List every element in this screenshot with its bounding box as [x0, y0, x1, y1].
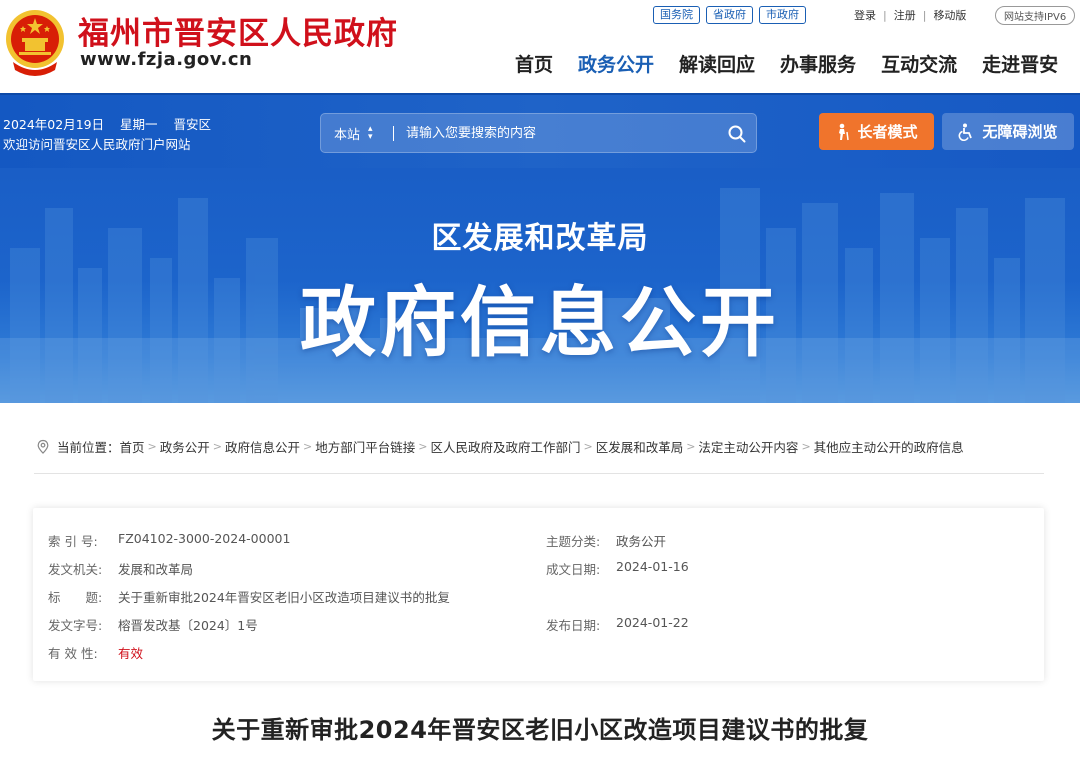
site-url: www.fzja.gov.cn: [80, 49, 253, 70]
validity-status: 有效: [118, 646, 144, 661]
link-provincial-gov[interactable]: 省政府: [706, 6, 753, 24]
login-link[interactable]: 登录: [854, 7, 876, 23]
meta-value: 发展和改革局: [118, 562, 194, 577]
chevron-right-icon: >: [801, 440, 811, 453]
nav-about-jinan[interactable]: 走进晋安: [982, 50, 1058, 77]
site-name[interactable]: 福州市晋安区人民政府: [78, 8, 398, 53]
date-info: 2024年02月19日 星期一 晋安区 欢迎访问晋安区人民政府门户网站: [3, 115, 211, 155]
meta-value: 2024-01-16: [616, 559, 689, 574]
breadcrumb-item[interactable]: 政务公开: [160, 437, 210, 456]
breadcrumb-item[interactable]: 其他应主动公开的政府信息: [814, 437, 964, 456]
site-header: 福州市晋安区人民政府 www.fzja.gov.cn 国务院 省政府 市政府 登…: [0, 0, 1080, 93]
meta-title: 标 题: 关于重新审批2024年晋安区老旧小区改造项目建议书的批复: [48, 587, 450, 606]
meta-value: 关于重新审批2024年晋安区老旧小区改造项目建议书的批复: [118, 590, 450, 605]
meta-value: 榕晋发改基〔2024〕1号: [118, 618, 258, 633]
breadcrumb-item[interactable]: 地方部门平台链接: [315, 437, 415, 456]
elder-mode-button[interactable]: 长者模式: [819, 113, 934, 150]
breadcrumb-item[interactable]: 区人民政府及政府工作部门: [430, 437, 580, 456]
nav-interpretation[interactable]: 解读回应: [679, 50, 755, 77]
meta-label: 发文字号:: [48, 618, 103, 633]
mobile-version-link[interactable]: 移动版: [933, 7, 966, 23]
national-emblem-icon[interactable]: [5, 6, 65, 78]
search-input[interactable]: [406, 125, 716, 141]
meta-label: 有 效 性:: [48, 646, 98, 661]
meta-value: 2024-01-22: [616, 615, 689, 630]
meta-validity: 有 效 性: 有效: [48, 643, 143, 662]
chevron-right-icon: >: [418, 440, 428, 453]
nav-gov-affairs[interactable]: 政务公开: [578, 50, 654, 77]
elder-mode-label: 长者模式: [857, 123, 918, 141]
meta-topic: 主题分类: 政务公开: [546, 531, 666, 550]
district-text: 晋安区: [173, 117, 211, 132]
breadcrumb-item[interactable]: 法定主动公开内容: [698, 437, 798, 456]
chevron-right-icon: >: [303, 440, 313, 453]
hero-banner: 区发展和改革局 政府信息公开: [0, 168, 1080, 418]
separator: |: [883, 8, 887, 22]
link-state-council[interactable]: 国务院: [653, 6, 700, 24]
separator: |: [922, 8, 927, 22]
search-bar: 本站 ▴ ▾: [320, 113, 757, 153]
chevron-right-icon: >: [583, 440, 593, 453]
accessibility-label: 无障碍浏览: [982, 123, 1058, 141]
main-content: 当前位置： 首页 > 政务公开 > 政府信息公开 > 地方部门平台链接 > 区人民政府及…: [0, 403, 1080, 759]
register-link[interactable]: 注册: [894, 7, 916, 23]
meta-label: 主题分类:: [546, 534, 601, 549]
nav-interaction[interactable]: 互动交流: [881, 50, 957, 77]
breadcrumb: 当前位置： 首页 > 政务公开 > 政府信息公开 > 地方部门平台链接 > 区人民政府及…: [35, 437, 964, 456]
utility-bar: 2024年02月19日 星期一 晋安区 欢迎访问晋安区人民政府门户网站 本站 ▴…: [0, 93, 1080, 168]
chevron-right-icon: >: [686, 440, 696, 453]
breadcrumb-prefix: 当前位置：: [57, 440, 120, 455]
weekday-text: 星期一: [120, 117, 158, 132]
elderly-person-icon: [835, 123, 851, 141]
breadcrumb-item[interactable]: 区发展和改革局: [596, 437, 684, 456]
meta-index-number: 索 引 号: FZ04102-3000-2024-00001: [48, 531, 290, 550]
meta-value: FZ04102-3000-2024-00001: [118, 531, 291, 546]
main-nav: 首页 政务公开 解读回应 办事服务 互动交流 走进晋安: [515, 50, 1058, 77]
sort-arrows-icon: ▴ ▾: [368, 124, 373, 142]
search-scope-select[interactable]: 本站 ▴ ▾: [321, 124, 393, 143]
article-title: 关于重新审批2024年晋安区老旧小区改造项目建议书的批复: [211, 716, 869, 744]
nav-services[interactable]: 办事服务: [780, 50, 856, 77]
meta-value: 政务公开: [616, 534, 667, 549]
location-pin-icon: [37, 439, 49, 454]
breadcrumb-item[interactable]: 政府信息公开: [225, 437, 300, 456]
meta-document-number: 发文字号: 榕晋发改基〔2024〕1号: [48, 615, 258, 634]
link-municipal-gov[interactable]: 市政府: [759, 6, 806, 24]
meta-label: 发布日期:: [546, 618, 601, 633]
meta-label: 成文日期:: [546, 562, 601, 577]
divider: [393, 125, 394, 141]
search-scope-label: 本站: [334, 127, 361, 143]
wheelchair-icon: [958, 123, 976, 141]
search-icon[interactable]: [728, 125, 746, 143]
gov-links: 国务院 省政府 市政府: [653, 6, 812, 24]
department-name: 区发展和改革局: [431, 221, 649, 256]
user-links: 登录 | 注册 | 移动版: [854, 7, 966, 23]
date-text: 2024年02月19日: [3, 117, 105, 132]
meta-label: 发文机关:: [48, 562, 103, 577]
chevron-right-icon: >: [212, 440, 222, 453]
banner-title: 政府信息公开: [300, 278, 780, 367]
document-metadata-card: 索 引 号: FZ04102-3000-2024-00001 主题分类: 政务公…: [33, 508, 1044, 681]
chevron-right-icon: >: [147, 440, 157, 453]
accessibility-button[interactable]: 无障碍浏览: [942, 113, 1074, 150]
meta-created-date: 成文日期: 2024-01-16: [546, 559, 689, 578]
meta-label: 标 题:: [48, 590, 103, 605]
welcome-text: 欢迎访问晋安区人民政府门户网站: [3, 137, 191, 152]
meta-label: 索 引 号:: [48, 534, 98, 549]
breadcrumb-item[interactable]: 首页: [120, 437, 145, 456]
ipv6-badge: 网站支持IPV6: [995, 6, 1076, 25]
divider: [34, 473, 1044, 474]
meta-issuer: 发文机关: 发展和改革局: [48, 559, 193, 578]
nav-home[interactable]: 首页: [515, 50, 553, 77]
meta-published-date: 发布日期: 2024-01-22: [546, 615, 689, 634]
